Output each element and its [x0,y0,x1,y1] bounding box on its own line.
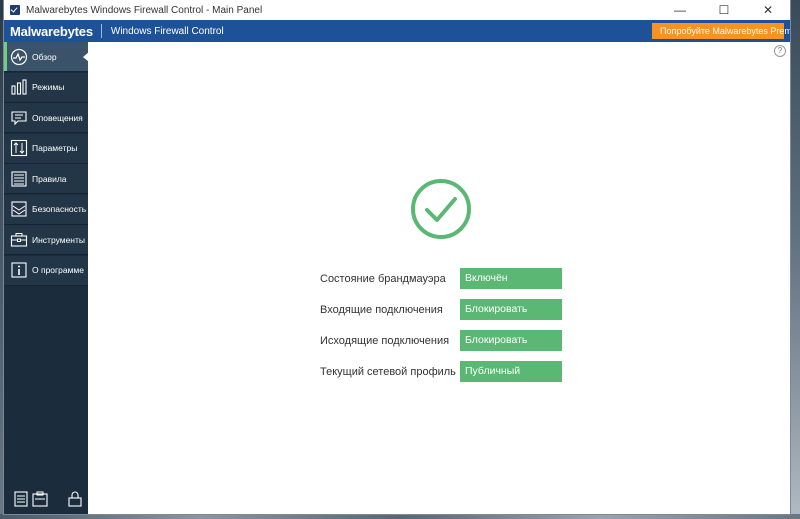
pulse-icon [10,48,28,66]
desktop-background [790,0,800,519]
sidebar-item-label: Обзор [32,51,57,62]
clipboard-icon[interactable] [31,490,49,508]
lock-icon[interactable] [66,490,84,508]
firewall-state-row: Состояние брандмауэра Включён [320,268,562,289]
shield-icon [10,200,28,218]
message-icon [10,109,28,127]
app-icon [10,5,20,15]
window-title: Malwarebytes Windows Firewall Control - … [26,4,263,16]
sidebar-item-tools[interactable]: Инструменты [4,225,88,255]
sidebar-item-label: Инструменты [32,234,86,245]
sidebar-item-about[interactable]: О программе [4,255,88,286]
firewall-state-value[interactable]: Включён [460,268,562,289]
notes-icon[interactable] [12,490,30,508]
header-divider [100,24,102,38]
sidebar: Обзор Режимы Оповещения Параметры Правил… [4,42,89,514]
network-profile-value[interactable]: Публичный [460,361,562,382]
window-controls: — ☐ ✕ [658,0,790,20]
outbound-connections-row: Исходящие подключения Блокировать [320,330,562,351]
outbound-connections-label: Исходящие подключения [320,334,450,347]
sidebar-item-label: Оповещения [32,112,83,123]
inbound-connections-row: Входящие подключения Блокировать [320,299,562,320]
product-name: Windows Firewall Control [110,25,224,37]
firewall-state-label: Состояние брандмауэра [320,272,446,285]
title-bar[interactable]: Malwarebytes Windows Firewall Control - … [4,0,790,20]
network-profile-label: Текущий сетевой профиль [320,365,456,378]
close-button[interactable]: ✕ [746,0,790,20]
sidebar-item-label: Безопасность [32,204,87,214]
sidebar-item-label: Правила [32,173,67,184]
sidebar-item-settings[interactable]: Параметры [4,133,88,164]
list-icon [10,170,28,188]
bars-icon [10,78,28,96]
malwarebytes-logo: Malwarebytes [10,23,93,39]
sidebar-item-label: Режимы [32,82,65,92]
app-header: Malwarebytes Windows Firewall Control По… [4,20,790,42]
sidebar-item-notifications[interactable]: Оповещения [4,103,88,133]
minimize-button[interactable]: — [658,0,702,20]
sidebar-item-rules[interactable]: Правила [4,164,88,194]
inbound-connections-value[interactable]: Блокировать [460,299,562,320]
inbound-connections-label: Входящие подключения [320,303,443,316]
check-circle-icon [409,177,473,241]
toolbox-icon [10,231,28,249]
maximize-button[interactable]: ☐ [702,0,746,20]
sidebar-item-overview[interactable]: Обзор [4,42,89,72]
info-icon [10,261,28,279]
sidebar-footer [4,490,88,510]
sidebar-item-label: О программе [32,265,85,275]
try-premium-button[interactable]: Попробуйте Malwarebytes Premium [652,23,790,39]
desktop-background [0,514,800,519]
sidebar-item-modes[interactable]: Режимы [4,72,88,103]
network-profile-row: Текущий сетевой профиль Публичный [320,361,562,382]
main-panel: ? Состояние брандмауэра Включён Входящие… [88,42,790,514]
help-icon[interactable]: ? [774,45,786,57]
sidebar-item-security[interactable]: Безопасность [4,194,88,225]
main-window: Malwarebytes Windows Firewall Control - … [4,0,790,514]
outbound-connections-value[interactable]: Блокировать [460,330,562,351]
sidebar-item-label: Параметры [32,143,78,153]
sliders-icon [10,139,28,157]
